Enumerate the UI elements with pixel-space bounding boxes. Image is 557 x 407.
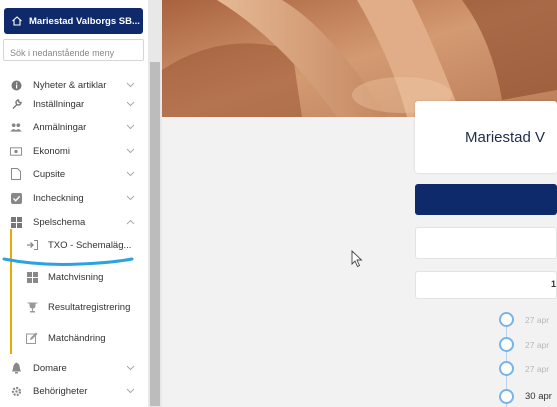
sidebar-subitem-label: Matchvisning: [48, 271, 104, 283]
home-icon: [12, 16, 22, 26]
mouse-cursor-icon: [351, 250, 363, 268]
chevron-down-icon: [125, 193, 135, 203]
sidebar-subitem-resultatregistrering[interactable]: Resultatregistrering: [10, 291, 146, 323]
chevron-down-icon: [125, 363, 135, 373]
timeline-date: 27 apr: [525, 364, 550, 374]
site-name: Mariestad Valborgs SB...: [29, 15, 140, 27]
content-box-value: 1: [551, 279, 557, 289]
timeline-dot: [499, 361, 514, 376]
sign-in-icon: [26, 239, 38, 251]
sidebar-item-label: Domare: [33, 362, 67, 374]
sidebar-subitem-txo[interactable]: TXO - Schemaläg...: [10, 229, 146, 261]
sidebar-item-installningar[interactable]: Inställningar: [0, 93, 148, 115]
timeline-date: 27 apr: [525, 315, 550, 325]
timeline-dot: [499, 389, 514, 404]
content-box: [415, 227, 557, 259]
chevron-down-icon: [125, 99, 135, 109]
sidebar-item-label: Incheckning: [33, 192, 84, 204]
sidebar-item-label: Anmälningar: [33, 121, 87, 133]
money-icon: [10, 145, 22, 157]
sidebar-item-cupsite[interactable]: Cupsite: [0, 163, 148, 185]
sidebar-item-label: Nyheter & artiklar: [33, 79, 107, 91]
sidebar-item-behorigheter[interactable]: Behörigheter: [0, 380, 148, 402]
sidebar-item-label: Cupsite: [33, 168, 66, 180]
gear-icon: [10, 385, 22, 397]
document-icon: [10, 168, 22, 180]
timeline-dot: [499, 337, 514, 352]
chevron-down-icon: [125, 386, 135, 396]
sidebar-subitem-label: TXO - Schemaläg...: [48, 239, 132, 251]
site-switcher[interactable]: Mariestad Valborgs SB...: [4, 8, 143, 34]
chevron-down-icon: [125, 146, 135, 156]
chevron-down-icon: [125, 122, 135, 132]
chevron-down-icon: [125, 169, 135, 179]
sidebar-subitem-label: Resultatregistrering: [48, 301, 131, 313]
sidebar-subitem-matchandring[interactable]: Matchändring: [10, 322, 146, 354]
sidebar-subitem-label: Matchändring: [48, 332, 106, 344]
trophy-icon: [26, 301, 38, 313]
grid-icon: [26, 271, 38, 283]
grid-icon: [10, 216, 22, 228]
content-box: [415, 271, 557, 299]
users-icon: [10, 121, 22, 133]
menu-search-input[interactable]: [3, 39, 144, 61]
timeline-dot: [499, 312, 514, 327]
sidebar-item-label: Spelschema: [33, 216, 86, 228]
edit-icon: [26, 332, 38, 344]
sidebar-item-label: Behörigheter: [33, 385, 88, 397]
sidebar-item-anmalningar[interactable]: Anmälningar: [0, 116, 148, 138]
sidebar-item-label: Ekonomi: [33, 145, 70, 157]
wrench-icon: [10, 98, 22, 110]
sidebar-scrollbar-thumb[interactable]: [150, 62, 160, 406]
sidebar-item-domare[interactable]: Domare: [0, 357, 148, 379]
chevron-up-icon: [125, 217, 135, 227]
club-title: Mariestad V: [465, 129, 546, 146]
sidebar-subitem-matchvisning[interactable]: Matchvisning: [10, 261, 146, 293]
timeline-date: 27 apr: [525, 340, 550, 350]
primary-action-bar[interactable]: [415, 184, 557, 215]
sidebar-item-label: Inställningar: [33, 98, 85, 110]
referee-icon: [10, 362, 22, 374]
info-icon: [10, 79, 22, 91]
hero-image: [162, 0, 557, 117]
timeline-date: 30 apr: [525, 391, 552, 402]
sidebar-item-incheckning[interactable]: Incheckning: [0, 187, 148, 209]
chevron-down-icon: [125, 80, 135, 90]
sidebar-item-ekonomi[interactable]: Ekonomi: [0, 140, 148, 162]
checkbox-icon: [10, 192, 22, 204]
sidebar: Mariestad Valborgs SB... Nyheter & artik…: [0, 0, 148, 407]
